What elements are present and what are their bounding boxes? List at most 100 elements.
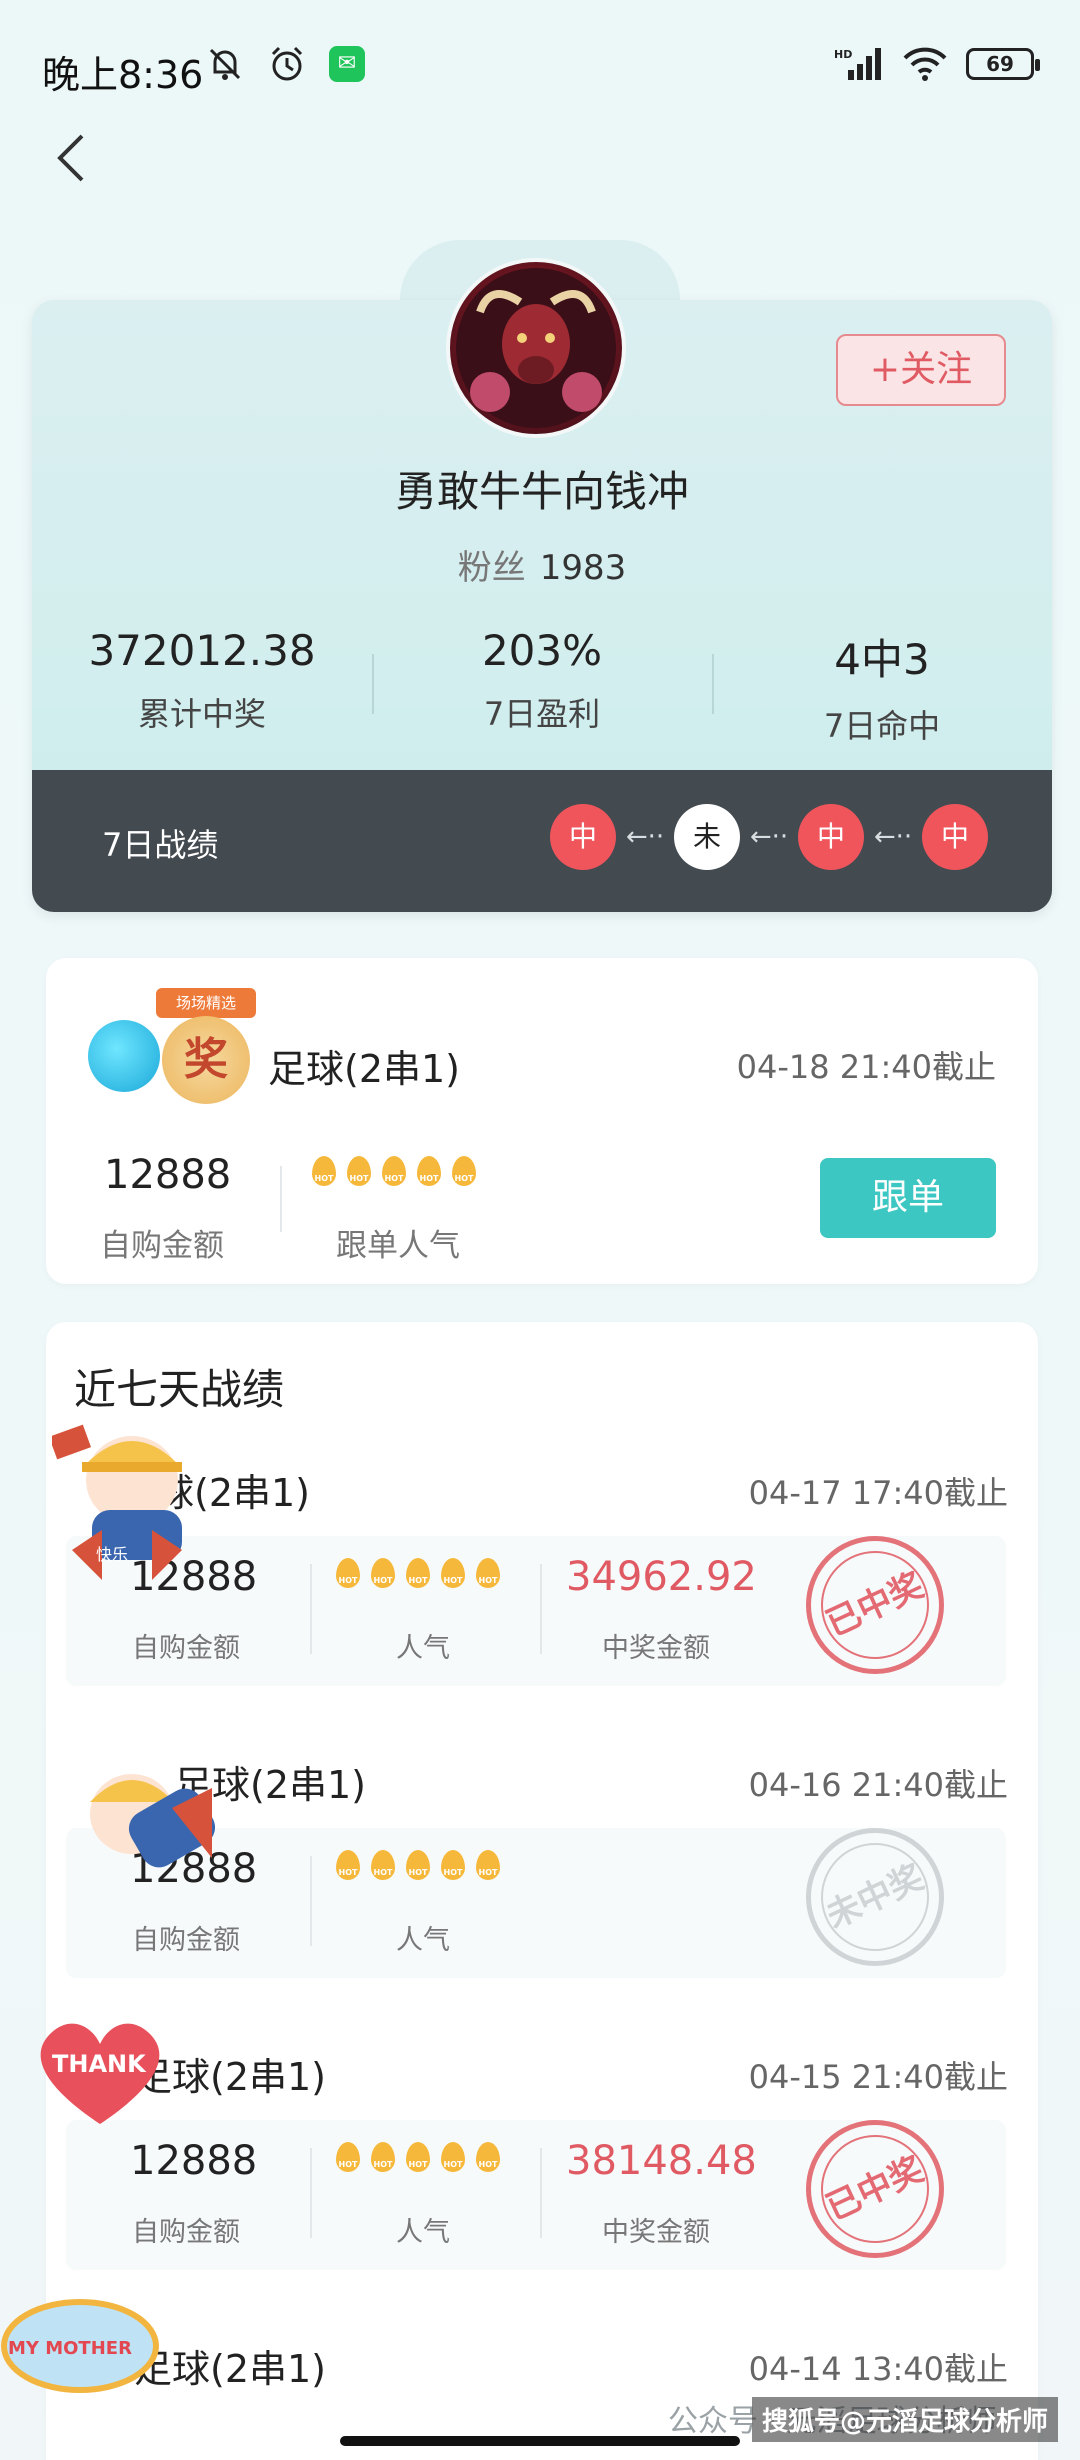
hot-flame-icon: [332, 1556, 364, 1592]
popularity-label: 人气: [396, 2217, 450, 2248]
record-dot: 中: [798, 804, 864, 870]
hot-flame-icon: [378, 1154, 410, 1190]
follow-order-button[interactable]: 跟单: [820, 1158, 996, 1238]
win-amount: 38148.48: [566, 2138, 757, 2184]
amount-label: 自购金额: [132, 1925, 240, 1956]
hot-flame-icon: [402, 1556, 434, 1592]
wechat-icon: ✉: [329, 46, 365, 82]
hot-flame-icon: [332, 2140, 364, 2176]
hot-flame-icon: [332, 1848, 364, 1884]
record-dot: 中: [550, 804, 616, 870]
amount-label: 自购金额: [100, 1228, 224, 1264]
fans-line: 粉丝 1983: [32, 540, 1052, 589]
history-title: 近七天战绩: [74, 1365, 285, 1414]
status-icons-left: ✉: [205, 44, 365, 84]
hot-flame-icon: [437, 2140, 469, 2176]
left-arrow-icon: ←··: [749, 822, 789, 852]
football-icon: [88, 1020, 160, 1092]
stat-value: 203%: [481, 626, 603, 675]
worker-sticker-icon: [90, 1774, 216, 1868]
play-deadline: 04-16 21:40截止: [748, 1766, 1008, 1804]
fans-count: 1983: [539, 548, 627, 588]
record-bar: 7日战绩 中 ←·· 未 ←·· 中 ←·· 中: [32, 770, 1052, 912]
amount-label: 自购金额: [132, 2217, 240, 2248]
play-title: 足球(2串1): [134, 2347, 327, 2391]
hot-flame-icon: [437, 1848, 469, 1884]
history-item[interactable]: 足球(2串1) 04-15 21:40截止 12888 自购金额 人气 3814…: [46, 2022, 1038, 2302]
avatar[interactable]: [446, 258, 626, 438]
hot-flame-icon: [472, 2140, 504, 2176]
win-amount: 34962.92: [566, 1554, 757, 1600]
stat-7day-profit: 203% 7日盈利: [372, 620, 712, 750]
sohu-watermark: 搜狐号@元滔足球分析师: [751, 2397, 1058, 2442]
stamp-text: 已中奖: [820, 1565, 930, 1645]
wifi-icon: [903, 47, 947, 81]
hot-flame-icon: [367, 1848, 399, 1884]
left-arrow-icon: ←··: [873, 822, 913, 852]
hot-flame-icon: [308, 1154, 340, 1190]
hot-flame-icon: [472, 1556, 504, 1592]
popularity-flames: [332, 2140, 504, 2176]
status-bar: 晚上8:36 ✉ HD 69: [0, 0, 1080, 130]
sticker-text: MY MOTHER: [8, 2338, 132, 2359]
record-chain: 中 ←·· 未 ←·· 中 ←·· 中: [550, 804, 988, 870]
nickname: 勇敢牛牛向钱冲: [394, 467, 689, 516]
follow-button[interactable]: +关注: [836, 334, 1006, 406]
record-dot: 未: [674, 804, 740, 870]
sticker-text: THANK: [52, 2050, 147, 2078]
divider: [280, 1166, 282, 1232]
won-stamp: 已中奖: [806, 1536, 944, 1674]
home-indicator[interactable]: [340, 2436, 740, 2446]
bull-avatar-image: [456, 268, 616, 428]
record-label: 7日战绩: [102, 826, 219, 864]
signal-icon: HD: [834, 48, 881, 80]
medal-ribbon: 场场精选: [156, 988, 256, 1018]
worker-sticker-icon: 快乐: [52, 1424, 182, 1580]
mute-bell-icon: [209, 48, 241, 80]
status-time: 晚上8:36: [42, 53, 204, 97]
hot-flame-icon: [367, 2140, 399, 2176]
my-mother-sticker-icon: MY MOTHER: [1, 2299, 159, 2393]
divider: [540, 1564, 542, 1654]
history-item-body: 12888 自购金额 人气 34962.92 中奖金额 已中奖: [66, 1536, 1006, 1686]
hot-flame-icon: [437, 1556, 469, 1592]
stamp-text: 未中奖: [820, 1857, 930, 1937]
alarm-icon: [271, 46, 303, 81]
amount-label: 自购金额: [132, 1633, 240, 1664]
back-arrow-icon[interactable]: [44, 128, 104, 188]
divider: [310, 1856, 312, 1946]
divider: [310, 1564, 312, 1654]
history-item-body: 12888 自购金额 人气 38148.48 中奖金额 已中奖: [66, 2120, 1006, 2270]
medal-icon: 奖: [162, 1016, 250, 1104]
play-deadline: 04-17 17:40截止: [748, 1474, 1008, 1512]
play-deadline: 04-18 21:40截止: [736, 1048, 996, 1086]
hot-flame-icon: [472, 1848, 504, 1884]
hot-flame-icon: [367, 1556, 399, 1592]
sticker-text: 快乐: [96, 1545, 128, 1564]
amount-value: 12888: [104, 1152, 232, 1198]
stats-row: 372012.38 累计中奖 203% 7日盈利 4中3 7日命中: [32, 620, 1052, 750]
play-title: 足球(2串1): [268, 1047, 461, 1091]
record-dot: 中: [922, 804, 988, 870]
play-deadline: 04-14 13:40截止: [748, 2350, 1008, 2388]
left-arrow-icon: ←··: [625, 822, 665, 852]
won-stamp: 已中奖: [806, 2120, 944, 2258]
divider: [310, 2148, 312, 2238]
amount-value: 12888: [130, 2138, 258, 2184]
play-deadline: 04-15 21:40截止: [748, 2058, 1008, 2096]
current-play-card[interactable]: 场场精选 奖 足球(2串1) 04-18 21:40截止 12888 自购金额 …: [46, 958, 1038, 1284]
hot-flame-icon: [402, 1848, 434, 1884]
popularity-label: 人气: [396, 1633, 450, 1664]
hot-flame-icon: [402, 2140, 434, 2176]
popularity-flames: [308, 1154, 480, 1190]
status-icons-right: HD 69: [834, 46, 1040, 82]
stat-value: 372012.38: [88, 626, 316, 675]
stat-label: 累计中奖: [137, 695, 266, 733]
popularity-flames: [332, 1556, 504, 1592]
stat-value: 4中3: [834, 635, 930, 684]
fans-label: 粉丝: [457, 548, 526, 588]
battery-icon: 69: [966, 48, 1040, 80]
stat-label: 7日命中: [823, 707, 941, 745]
stat-total-prize: 372012.38 累计中奖: [32, 620, 372, 750]
popularity-label: 人气: [396, 1925, 450, 1956]
